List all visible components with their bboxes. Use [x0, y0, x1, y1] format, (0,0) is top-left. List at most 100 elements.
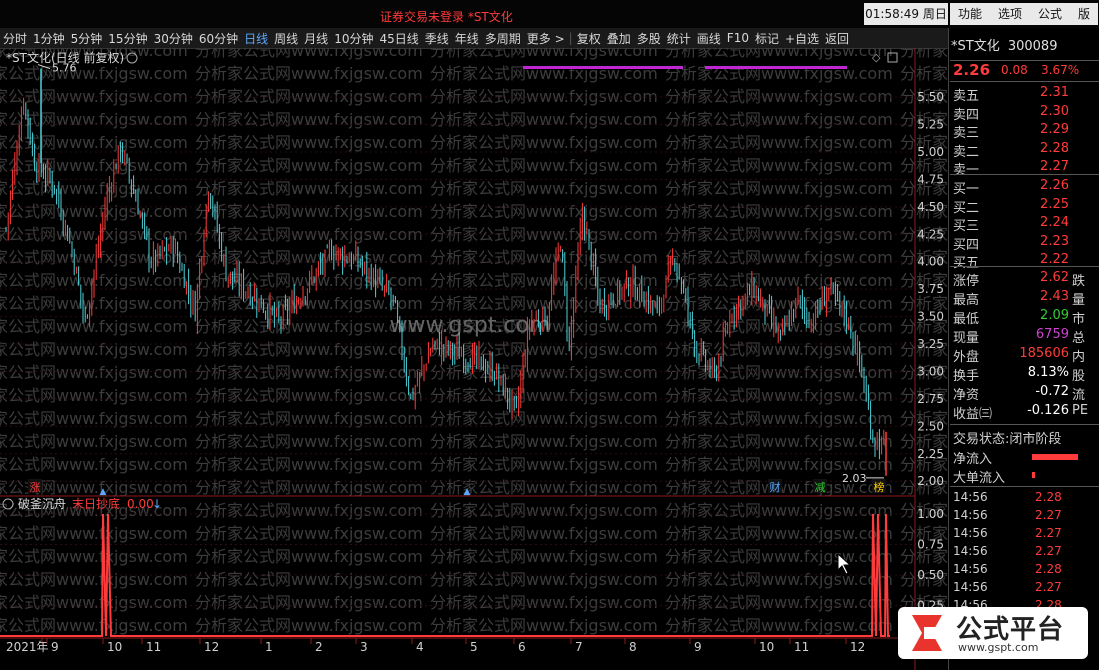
- watermark-text: 分析家公式网www.fxjgsw.com: [665, 202, 893, 221]
- watermark-text: 分析家公式网www.fxjgsw.com: [195, 593, 423, 612]
- watermark-text: 分析家公式网www.fxjgsw.com: [195, 248, 423, 267]
- bid-row: 买四 2.23: [950, 233, 1099, 253]
- quote-label: 涨停: [953, 274, 980, 289]
- time-axis-label: 11: [146, 640, 161, 654]
- quote-divider: [950, 486, 1099, 487]
- ask-row: 卖五 2.31: [950, 84, 1099, 104]
- watermark-text: 分析家公式网www.fxjgsw.com: [195, 294, 423, 313]
- toolbar-item[interactable]: 复权: [574, 30, 604, 47]
- toolbar-item[interactable]: 多股: [634, 30, 664, 47]
- watermark-text: 分析家公式网www.fxjgsw.com: [195, 87, 423, 106]
- ask-row: 卖三 2.29: [950, 121, 1099, 141]
- toolbar-item[interactable]: 多周期: [482, 30, 524, 47]
- bid-row: 买三 2.24: [950, 214, 1099, 234]
- watermark-text: 分析家公式网www.fxjgsw.com: [0, 317, 188, 336]
- event-marker: 财: [770, 480, 781, 494]
- period-toolbar: 分时 1分钟 5分钟 15分钟 30分钟 60分钟 日线 周线 月线 10分钟 45日线 季线 年线 多周…: [0, 28, 948, 49]
- quote-value: 6759: [1035, 327, 1069, 342]
- net-inflow-label: 净流入: [953, 452, 993, 467]
- quote-label: 买二: [953, 200, 980, 216]
- time-axis-label: 11: [794, 640, 809, 654]
- watermark-text: 分析家公式网www.fxjgsw.com: [0, 179, 188, 198]
- tick-price: 2.27: [1035, 508, 1062, 522]
- watermark-text: 分析家公式网www.fxjgsw.com: [665, 363, 893, 382]
- watermark-text: 分析家公式网www.fxjgsw.com: [195, 110, 423, 129]
- quote-label: 卖三: [953, 126, 980, 141]
- watermark-text: 分析家公式网www.fxjgsw.com: [430, 501, 658, 520]
- toolbar-item[interactable]: 45日线: [376, 30, 421, 47]
- toolbar-item[interactable]: 5分钟: [68, 30, 106, 47]
- last-price: 2.26: [953, 61, 991, 79]
- toolbar-item[interactable]: 分时: [0, 30, 30, 47]
- toolbar-item[interactable]: 标记: [752, 30, 782, 47]
- watermark-text: 分析家公式网www.fxjgsw.com: [665, 593, 893, 612]
- watermark-text: 分析家公式网www.fxjgsw.com: [195, 524, 423, 543]
- toolbar-item[interactable]: 月线: [301, 30, 331, 47]
- tick-row: 14:56 2.27: [950, 579, 1099, 597]
- watermark-text: 分析家公式网www.fxjgsw.com: [195, 202, 423, 221]
- menu-version[interactable]: 版: [1070, 3, 1098, 25]
- menu-function[interactable]: 功能: [950, 3, 990, 25]
- toolbar-item[interactable]: 60分钟: [196, 30, 241, 47]
- toolbar-item[interactable]: 画线: [694, 30, 724, 47]
- quote-label: 卖二: [953, 144, 980, 160]
- quote-label: 卖四: [953, 107, 980, 123]
- indicator-arrow-icon: ↓: [152, 497, 162, 511]
- price-axis-label: 4.75: [917, 172, 944, 186]
- price-change: 0.08: [1001, 63, 1028, 77]
- quote-value: 2.24: [1040, 215, 1069, 230]
- menu-options[interactable]: 选项: [990, 3, 1030, 25]
- toolbar-item[interactable]: 30分钟: [151, 30, 196, 47]
- tick-price: 2.27: [1035, 526, 1062, 540]
- quote-value: -0.126: [1027, 403, 1069, 418]
- time-axis-label: 1: [265, 640, 273, 654]
- quote-value: 2.30: [1040, 103, 1069, 119]
- toolbar-item[interactable]: 返回: [822, 30, 852, 47]
- toolbar-item[interactable]: 统计: [664, 30, 694, 47]
- toolbar-item[interactable]: F10: [724, 31, 752, 45]
- toolbar-item[interactable]: 周线: [271, 30, 301, 47]
- tick-row: 14:56 2.27: [950, 507, 1099, 525]
- logo-url: www.gspt.com: [958, 641, 1039, 654]
- quote-value: 185606: [1019, 346, 1069, 361]
- tick-time: 14:56: [953, 508, 988, 522]
- watermark-text: 分析家公式网www.fxjgsw.com: [665, 294, 893, 313]
- watermark-text: 分析家公式网www.fxjgsw.com: [0, 202, 188, 221]
- watermark-text: 分析家公式网www.fxjgsw.com: [900, 48, 948, 60]
- kline-chart[interactable]: 分析家公式网www.fxjgsw.com 分析家公式网www.fxjgsw.com…: [0, 48, 948, 670]
- watermark-text: 分析家公式网www.fxjgsw.com: [665, 547, 893, 566]
- watermark-text: 分析家公式网www.fxjgsw.com: [195, 48, 423, 60]
- toolbar-item[interactable]: 年线: [452, 30, 482, 47]
- quote-extra: 流: [1072, 388, 1086, 403]
- event-marker: 涨: [30, 481, 41, 494]
- stat-row: 外盘 185606 内: [950, 345, 1099, 365]
- watermark-text: 分析家公式网www.fxjgsw.com: [0, 156, 188, 175]
- watermark-text: 分析家公式网www.fxjgsw.com: [430, 386, 658, 405]
- watermark-text: 分析家公式网www.fxjgsw.com: [0, 340, 188, 359]
- watermark-text: 分析家公式网www.fxjgsw.com: [430, 340, 658, 359]
- toolbar-item[interactable]: 1分钟: [30, 30, 68, 47]
- quote-label: 现量: [953, 331, 980, 346]
- toolbar-item[interactable]: 15分钟: [105, 30, 150, 47]
- toolbar-item[interactable]: 更多 >: [524, 30, 568, 47]
- watermark-text: 分析家公式网www.fxjgsw.com: [195, 616, 423, 635]
- watermark-text: 分析家公式网www.fxjgsw.com: [430, 133, 658, 152]
- toolbar-item[interactable]: 日线: [241, 30, 271, 47]
- toolbar-item[interactable]: 10分钟: [331, 30, 376, 47]
- toolbar-item[interactable]: +自选: [782, 30, 822, 47]
- stat-row: 最高 2.43 量: [950, 288, 1099, 308]
- quote-value: 2.09: [1040, 308, 1069, 323]
- time-axis-label: 10: [759, 640, 774, 654]
- low-annotation: 2.03: [842, 472, 867, 485]
- tick-price: 2.28: [1035, 490, 1062, 504]
- toolbar-item[interactable]: 季线: [422, 30, 452, 47]
- time-axis-label: 12: [850, 640, 865, 654]
- watermark-text: 分析家公式网www.fxjgsw.com: [0, 524, 188, 543]
- watermark-text: 分析家公式网www.fxjgsw.com: [195, 225, 423, 244]
- quote-value: 2.23: [1040, 233, 1069, 249]
- watermark-text: 分析家公式网www.fxjgsw.com: [665, 386, 893, 405]
- menu-formula[interactable]: 公式: [1030, 3, 1070, 25]
- toolbar-item[interactable]: 叠加: [604, 30, 634, 47]
- indicator-name: 破釜沉舟: [18, 496, 66, 511]
- indicator-axis-label: 0.50: [917, 568, 944, 582]
